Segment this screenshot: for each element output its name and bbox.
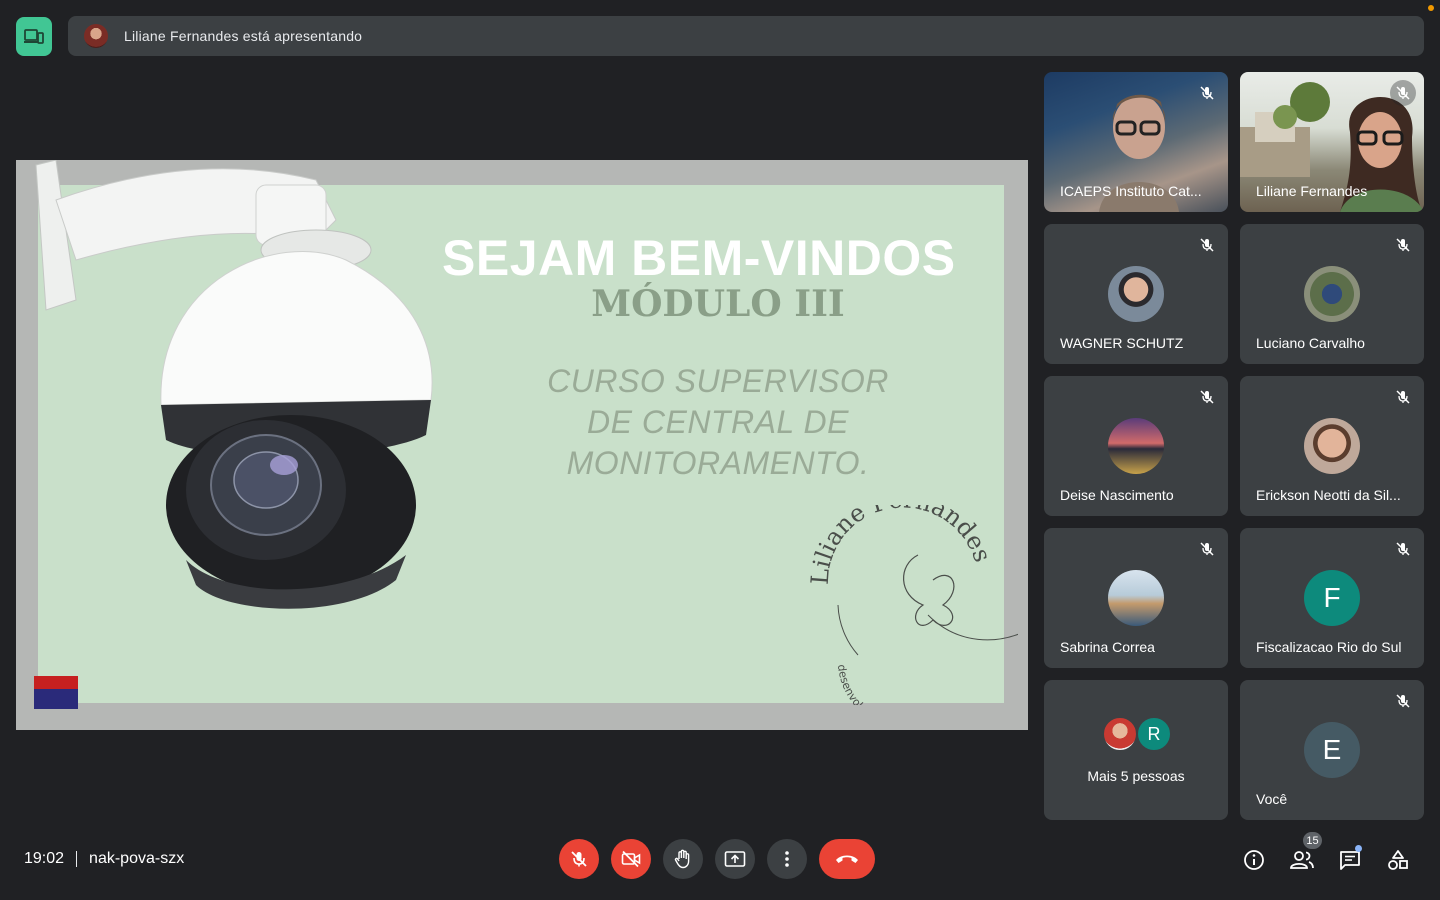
slide-subtitle: MÓDULO III: [591, 283, 845, 325]
more-participants-avatars: R: [1102, 716, 1174, 756]
security-camera-image: [35, 160, 433, 609]
presenting-text: Liliane Fernandes está apresentando: [124, 28, 363, 44]
mic-off-icon: [1194, 232, 1220, 258]
more-vert-icon: [785, 851, 789, 867]
participant-avatar: [1102, 716, 1138, 752]
mic-off-icon: [1390, 536, 1416, 562]
more-options-button[interactable]: [767, 839, 807, 879]
participant-tile[interactable]: Luciano Carvalho: [1240, 224, 1424, 364]
mic-off-icon: [1390, 688, 1416, 714]
participant-name: Erickson Neotti da Sil...: [1256, 487, 1401, 503]
hand-icon: [674, 849, 690, 869]
self-avatar: E: [1304, 722, 1360, 778]
people-button[interactable]: [1288, 846, 1316, 874]
participant-avatar: F: [1304, 570, 1360, 626]
logo-tagline: desenvolvimento humano: [835, 664, 946, 705]
presenting-banner[interactable]: Liliane Fernandes está apresentando: [68, 16, 1424, 56]
slide-course-title: CURSO SUPERVISOR DE CENTRAL DE MONITORAM…: [518, 361, 918, 484]
participant-avatar: R: [1136, 716, 1172, 752]
participant-tile[interactable]: Sabrina Correa: [1044, 528, 1228, 668]
participant-count-badge: 15: [1303, 832, 1322, 849]
more-participants-label: Mais 5 pessoas: [1087, 768, 1185, 784]
self-tile[interactable]: E Você: [1240, 680, 1424, 820]
slide-title: SEJAM BEM-VINDOS: [442, 230, 956, 286]
people-icon: [1290, 851, 1314, 869]
mic-off-icon: [1390, 232, 1416, 258]
logo-name: Liliane Fernandes: [806, 505, 997, 586]
meeting-details-button[interactable]: [1240, 846, 1268, 874]
slide-thumbnail: [34, 676, 78, 709]
participant-name: Liliane Fernandes: [1256, 183, 1368, 199]
participant-avatar: [1304, 418, 1360, 474]
camera-off-icon: [621, 850, 641, 868]
participant-tile[interactable]: Deise Nascimento: [1044, 376, 1228, 516]
participant-tile[interactable]: ICAEPS Instituto Cat...: [1044, 72, 1228, 212]
shared-screen: SEJAM BEM-VINDOS MÓDULO III CURSO SUPERV…: [16, 160, 1028, 730]
participant-avatar: [1108, 570, 1164, 626]
chat-icon: [1340, 851, 1360, 870]
more-participants-tile[interactable]: R Mais 5 pessoas: [1044, 680, 1228, 820]
mic-off-icon: [1390, 384, 1416, 410]
leave-call-button[interactable]: [819, 839, 875, 879]
participant-name: Fiscalizacao Rio do Sul: [1256, 639, 1402, 655]
brand-logo: Liliane Fernandes desenvolvimento humano: [806, 505, 1018, 705]
mic-off-icon: [1194, 80, 1220, 106]
mic-off-icon: [1194, 384, 1220, 410]
participant-name: Deise Nascimento: [1060, 487, 1174, 503]
toggle-camera-button[interactable]: [611, 839, 651, 879]
participant-tile[interactable]: F Fiscalizacao Rio do Sul: [1240, 528, 1424, 668]
info-icon: [1244, 850, 1264, 870]
course-line: CURSO SUPERVISOR: [547, 363, 889, 399]
hang-up-icon: [836, 855, 858, 863]
presenter-avatar: [84, 24, 108, 48]
participant-tile[interactable]: Erickson Neotti da Sil...: [1240, 376, 1424, 516]
mic-off-icon: [1390, 80, 1416, 106]
participant-name: Você: [1256, 791, 1288, 807]
participant-avatar: [1108, 418, 1164, 474]
course-line: DE CENTRAL DE: [587, 404, 849, 440]
meeting-info: 19:02 nak-pova-szx: [24, 850, 184, 868]
mic-off-icon: [571, 851, 587, 867]
participant-avatar: [1304, 266, 1360, 322]
meeting-code: nak-pova-szx: [89, 850, 185, 867]
participant-name: WAGNER SCHUTZ: [1060, 335, 1184, 351]
activity-indicator: [1428, 5, 1434, 11]
clock: 19:02: [24, 850, 65, 867]
course-line: MONITORAMENTO.: [566, 445, 870, 481]
raise-hand-button[interactable]: [663, 839, 703, 879]
participant-tile[interactable]: WAGNER SCHUTZ: [1044, 224, 1228, 364]
participant-tile[interactable]: Liliane Fernandes: [1240, 72, 1424, 212]
unread-indicator: [1355, 845, 1362, 852]
mic-off-icon: [1194, 536, 1220, 562]
activities-button[interactable]: [1384, 846, 1412, 874]
divider: [76, 851, 78, 867]
participant-name: Sabrina Correa: [1060, 639, 1155, 655]
participant-name: ICAEPS Instituto Cat...: [1060, 183, 1202, 199]
participant-name: Luciano Carvalho: [1256, 335, 1365, 351]
activities-icon: [1388, 850, 1408, 870]
participant-avatar: [1108, 266, 1164, 322]
present-icon: [724, 851, 746, 867]
companion-mode-icon[interactable]: [16, 17, 52, 56]
present-screen-button[interactable]: [715, 839, 755, 879]
toggle-mic-button[interactable]: [559, 839, 599, 879]
